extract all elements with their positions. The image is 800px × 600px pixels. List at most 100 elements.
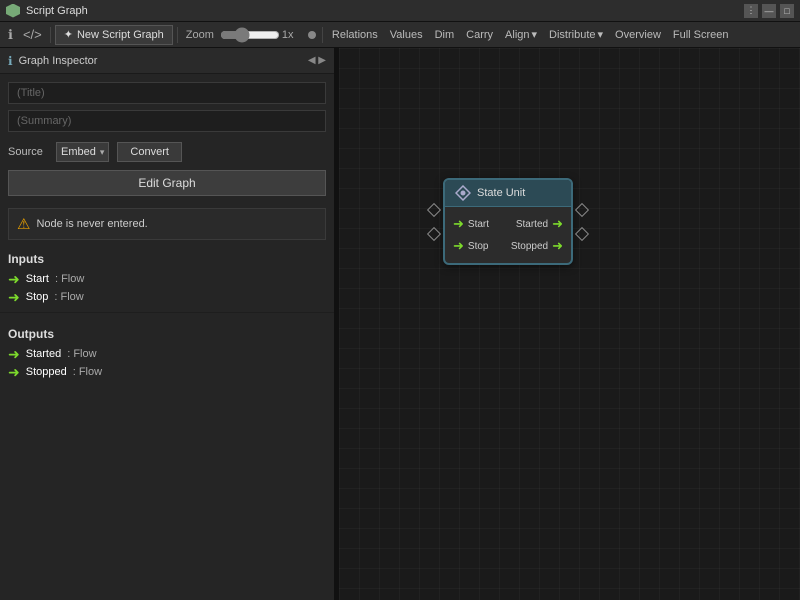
stop-flow-connector-icon (427, 226, 441, 240)
stop-port-left: ➜ Stop (453, 238, 488, 254)
window-controls: ⋮ — □ (744, 4, 794, 18)
info-icon-button[interactable]: ℹ (4, 25, 17, 45)
zoom-indicator (308, 31, 316, 39)
title-input[interactable] (8, 82, 326, 104)
zoom-value: 1x (282, 29, 304, 41)
align-chevron-icon: ▾ (532, 28, 538, 41)
distribute-chevron-icon: ▾ (598, 28, 604, 41)
inspector-content: Source Embed ▾ Convert Edit Graph (0, 74, 334, 204)
inputs-header: Inputs (8, 252, 326, 266)
stopped-output-name: Stopped (26, 366, 67, 378)
canvas-area[interactable]: State Unit ➜ Start Started ➜ (339, 48, 800, 600)
values-button[interactable]: Values (385, 27, 428, 43)
distribute-dropdown-button[interactable]: Distribute ▾ (544, 26, 608, 43)
source-row: Source Embed ▾ Convert (8, 142, 326, 162)
stopped-output-green-icon: ➜ (552, 238, 563, 254)
carry-button[interactable]: Carry (461, 27, 498, 43)
state-unit-icon (455, 185, 471, 201)
start-input-arrow-icon: ➜ (8, 272, 20, 286)
new-icon: ✦ (64, 28, 73, 41)
stop-input-arrow-icon: ➜ (8, 290, 20, 304)
right-flow-connectors (577, 205, 587, 239)
zoom-label: Zoom (186, 29, 214, 41)
left-panel: ℹ Graph Inspector ◀ ▶ Source Embed ▾ Con… (0, 48, 335, 600)
started-flow-connector-icon (575, 202, 589, 216)
dim-button[interactable]: Dim (430, 27, 460, 43)
stop-left-connector[interactable] (429, 229, 439, 239)
panel-title: Graph Inspector (19, 55, 98, 67)
started-port-right: Started ➜ (516, 216, 563, 232)
overview-button[interactable]: Overview (610, 27, 666, 43)
maximize-button[interactable]: □ (780, 4, 794, 18)
zoom-slider[interactable] (220, 27, 280, 43)
stopped-output-arrow-icon: ➜ (8, 365, 20, 379)
stopped-port-label: Stopped (511, 241, 548, 252)
stop-input-name: Stop (26, 291, 49, 303)
separator-1 (50, 27, 51, 43)
inspector-icon: ℹ (8, 54, 13, 68)
started-output-green-icon: ➜ (552, 216, 563, 232)
convert-button[interactable]: Convert (117, 142, 182, 162)
output-port-stopped: ➜ Stopped : Flow (0, 363, 334, 381)
more-button[interactable]: ⋮ (744, 4, 758, 18)
stop-port-label: Stop (468, 241, 489, 252)
node-box: State Unit ➜ Start Started ➜ (443, 178, 573, 265)
stopped-flow-connector-icon (575, 226, 589, 240)
node-port-start: ➜ Start Started ➜ (445, 213, 571, 235)
node-port-stop: ➜ Stop Stopped ➜ (445, 235, 571, 257)
main-layout: ℹ Graph Inspector ◀ ▶ Source Embed ▾ Con… (0, 48, 800, 600)
separator-2 (177, 27, 178, 43)
summary-input[interactable] (8, 110, 326, 132)
outputs-header: Outputs (8, 327, 326, 341)
input-port-start: ➜ Start : Flow (0, 270, 334, 288)
minimize-button[interactable]: — (762, 4, 776, 18)
started-port-label: Started (516, 219, 548, 230)
align-dropdown-button[interactable]: Align ▾ (500, 26, 542, 43)
node-outer: State Unit ➜ Start Started ➜ (429, 178, 587, 265)
app-icon (6, 4, 20, 18)
title-bar: Script Graph ⋮ — □ (0, 0, 800, 22)
start-input-name: Start (26, 273, 49, 285)
node-ports: ➜ Start Started ➜ ➜ S (445, 207, 571, 263)
toolbar: ℹ </> ✦ New Script Graph Zoom 1x Relatio… (0, 22, 800, 48)
started-output-name: Started (26, 348, 61, 360)
start-port-label: Start (468, 219, 489, 230)
input-port-stop: ➜ Stop : Flow (0, 288, 334, 306)
started-output-type: : Flow (67, 348, 96, 360)
graph-inspector-header: ℹ Graph Inspector ◀ ▶ (0, 48, 334, 74)
canvas-grid (339, 48, 800, 600)
stopped-right-connector[interactable] (577, 229, 587, 239)
edit-graph-button[interactable]: Edit Graph (8, 170, 326, 196)
started-right-connector[interactable] (577, 205, 587, 215)
warning-icon: ⚠ (17, 215, 30, 233)
embed-select-arrow: ▾ (100, 147, 105, 158)
started-output-arrow-icon: ➜ (8, 347, 20, 361)
new-script-graph-button[interactable]: ✦ New Script Graph (55, 25, 173, 45)
start-left-connector[interactable] (429, 205, 439, 215)
output-port-started: ➜ Started : Flow (0, 345, 334, 363)
fullscreen-button[interactable]: Full Screen (668, 27, 734, 43)
left-flow-connectors (429, 205, 439, 239)
start-input-green-icon: ➜ (453, 216, 464, 232)
new-script-graph-label: New Script Graph (77, 29, 164, 41)
separator-3 (322, 27, 323, 43)
node-title-bar: State Unit (445, 180, 571, 207)
start-port-left: ➜ Start (453, 216, 489, 232)
divider-1 (0, 312, 334, 313)
app-title: Script Graph (26, 5, 738, 17)
panel-collapse-icon[interactable]: ◀ ▶ (308, 55, 326, 66)
relations-button[interactable]: Relations (327, 27, 383, 43)
node-title: State Unit (477, 187, 525, 199)
state-unit-node[interactable]: State Unit ➜ Start Started ➜ (429, 178, 587, 265)
start-input-type: : Flow (55, 273, 84, 285)
start-flow-connector-icon (427, 202, 441, 216)
source-label: Source (8, 146, 48, 158)
stop-input-green-icon: ➜ (453, 238, 464, 254)
embed-label: Embed (61, 146, 96, 158)
warning-text: Node is never entered. (36, 218, 147, 230)
warning-row: ⚠ Node is never entered. (8, 208, 326, 240)
stopped-port-right: Stopped ➜ (511, 238, 563, 254)
embed-select[interactable]: Embed ▾ (56, 142, 109, 162)
code-icon-button[interactable]: </> (19, 25, 46, 44)
stopped-output-type: : Flow (73, 366, 102, 378)
